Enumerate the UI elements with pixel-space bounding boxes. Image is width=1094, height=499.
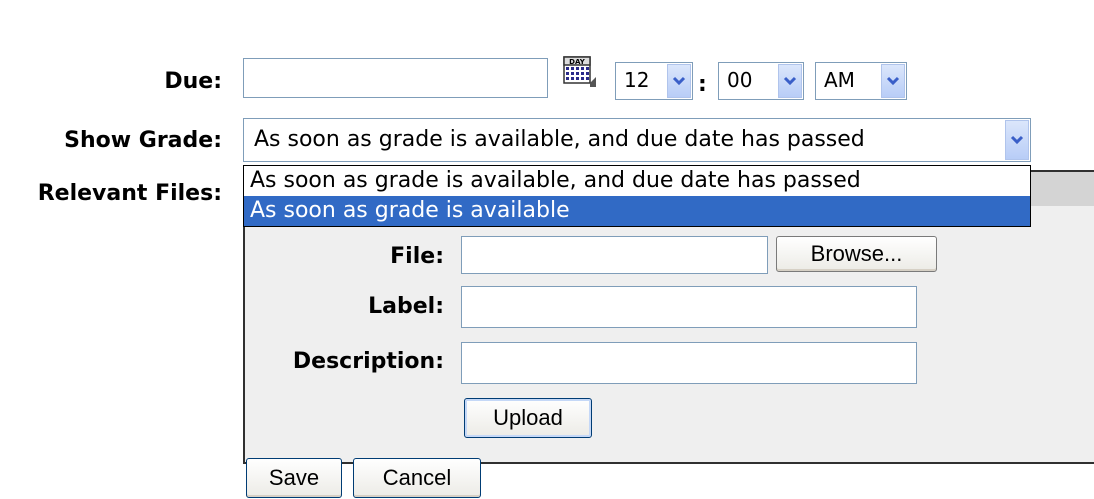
- minute-select[interactable]: 00: [718, 62, 804, 100]
- description-input[interactable]: [461, 342, 917, 384]
- description-label: Description:: [292, 349, 444, 374]
- calendar-icon-text: DAY: [569, 58, 586, 66]
- show-grade-option[interactable]: As soon as grade is available, and due d…: [244, 166, 1030, 196]
- chevron-down-icon[interactable]: [1005, 120, 1029, 160]
- label-input[interactable]: [461, 286, 917, 328]
- show-grade-select[interactable]: As soon as grade is available, and due d…: [243, 118, 1031, 162]
- label-label: Label:: [368, 294, 444, 319]
- show-grade-select-value: As soon as grade is available, and due d…: [254, 127, 865, 152]
- chevron-down-icon[interactable]: [667, 64, 691, 98]
- chevron-down-icon[interactable]: [778, 64, 802, 98]
- show-grade-dropdown-list: As soon as grade is available, and due d…: [243, 165, 1031, 227]
- ampm-select-value: AM: [824, 68, 855, 92]
- minute-select-value: 00: [727, 68, 753, 92]
- due-date-input[interactable]: [243, 58, 548, 98]
- cancel-button[interactable]: Cancel: [353, 458, 481, 498]
- file-label: File:: [390, 244, 444, 269]
- show-grade-option-selected[interactable]: As soon as grade is available: [244, 196, 1030, 226]
- browse-button[interactable]: Browse...: [776, 236, 937, 272]
- due-label: Due:: [164, 69, 222, 94]
- save-button[interactable]: Save: [246, 458, 342, 498]
- time-separator: :: [698, 72, 707, 97]
- hour-select[interactable]: 12: [615, 62, 693, 100]
- ampm-select[interactable]: AM: [815, 62, 907, 100]
- show-grade-label: Show Grade:: [64, 128, 222, 153]
- file-input[interactable]: [461, 236, 768, 274]
- upload-button[interactable]: Upload: [464, 398, 592, 438]
- hour-select-value: 12: [624, 68, 650, 92]
- relevant-files-label: Relevant Files:: [37, 181, 222, 206]
- calendar-icon[interactable]: DAY: [562, 55, 598, 89]
- chevron-down-icon[interactable]: [881, 64, 905, 98]
